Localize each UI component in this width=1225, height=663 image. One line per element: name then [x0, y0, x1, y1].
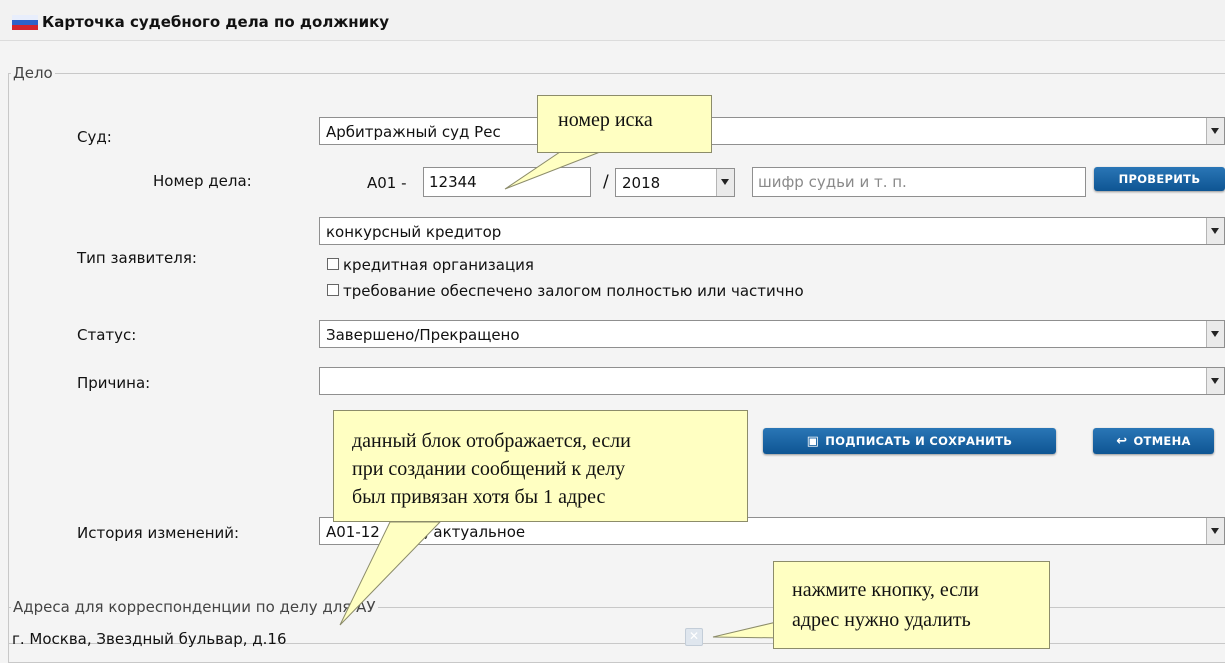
address-block-callout-line1: данный блок отображается, если: [352, 430, 631, 452]
address-block-callout: данный блок отображается, если при созда…: [333, 410, 748, 522]
address-callout-tail: [339, 521, 442, 626]
delete-hint-callout-line1: нажмите кнопку, если: [792, 579, 979, 601]
claim-number-callout-tail: [504, 151, 601, 190]
address-block-callout-line2: при создании сообщений к делу: [352, 458, 626, 480]
delete-hint-callout-line2: адрес нужно удалить: [792, 609, 971, 631]
delete-hint-callout: нажмите кнопку, если адрес нужно удалить: [773, 561, 1050, 649]
claim-number-callout: номер иска: [537, 95, 712, 153]
address-block-callout-line3: был привязан хотя бы 1 адрес: [352, 486, 606, 508]
claim-number-callout-text: номер иска: [558, 109, 653, 131]
